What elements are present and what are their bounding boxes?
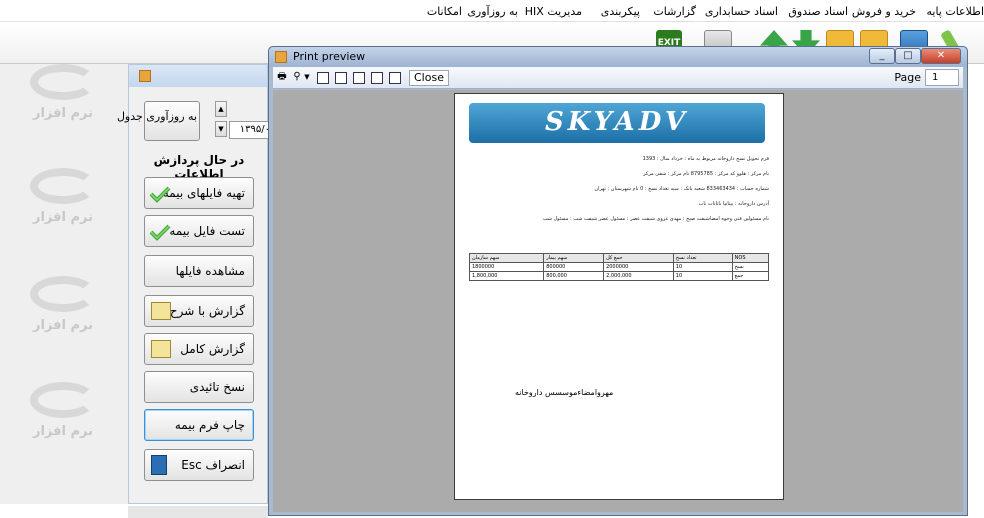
table-cell: 2000000 bbox=[603, 262, 674, 272]
table-row: 1,800,000 800,000 2,000,000 10 جمع bbox=[468, 271, 770, 281]
six-pages-icon[interactable] bbox=[389, 72, 401, 84]
print-preview-toolbar: 🖶 ⚲ ▼ Close Page 1 bbox=[273, 67, 963, 89]
table-header: جمع کل bbox=[603, 253, 674, 263]
zoom-icon[interactable]: ⚲ bbox=[291, 70, 303, 86]
menu-item-reports[interactable]: گزارشات bbox=[653, 5, 696, 18]
document-line: آدرس داروخانه : بیتاتیا ناتانات ناب bbox=[698, 201, 769, 207]
chevron-down-icon[interactable]: ▼ bbox=[303, 70, 311, 86]
document-line: نام مسئولین فنی وجوه امضاشیفت صبح : مهدی… bbox=[542, 216, 769, 222]
menu-item-update[interactable]: به روزآوری bbox=[467, 5, 518, 18]
maximize-button[interactable]: □ bbox=[895, 48, 921, 64]
close-button[interactable]: Close bbox=[409, 70, 449, 86]
menu-item-buy-sell[interactable]: خرید و فروش bbox=[852, 5, 916, 18]
table-header: سهم بیمار bbox=[543, 253, 605, 263]
insurance-panel-window: به روزآوری جدول ▲ ▼ ۱۳۹۵/۰ در حال پردازش… bbox=[117, 64, 275, 504]
table-header: سهم سازمان bbox=[468, 253, 545, 263]
window-title: Print preview bbox=[293, 50, 366, 63]
table-cell: 1800000 bbox=[468, 262, 545, 272]
panel-bottom-strip bbox=[128, 506, 268, 518]
page-label: Page bbox=[894, 71, 921, 84]
table-cell: نسخ bbox=[731, 262, 770, 272]
logo-icon: نرم افزار bbox=[18, 64, 108, 134]
print-insurance-form-button[interactable]: چاپ فرم بیمه bbox=[144, 409, 254, 441]
notepad-icon bbox=[151, 340, 171, 358]
skyadv-banner: SKYADV bbox=[469, 103, 765, 143]
document-page: SKYADV فرم تحویل نسخ داروخانه مربوط به م… bbox=[454, 93, 784, 500]
button-label: تست فایل بیمه bbox=[169, 224, 245, 238]
button-label: تهیه فایلهای بیمه bbox=[162, 186, 245, 200]
full-report-button[interactable]: گزارش کامل bbox=[144, 333, 254, 365]
test-insurance-file-button[interactable]: تست فایل بیمه bbox=[144, 215, 254, 247]
table-cell: 2,000,000 bbox=[603, 271, 674, 281]
button-label: نسخ تائیدی bbox=[189, 380, 245, 394]
logo-icon: نرم افزار bbox=[18, 276, 108, 346]
spin-up-icon[interactable]: ▲ bbox=[215, 101, 227, 117]
banner-text: SKYADV bbox=[544, 107, 689, 137]
document-table: سهم سازمان سهم بیمار جمع کل تعداد نسخ NO… bbox=[468, 253, 770, 281]
one-page-icon[interactable] bbox=[317, 72, 329, 84]
three-pages-icon[interactable] bbox=[353, 72, 365, 84]
app-icon bbox=[275, 51, 287, 63]
main-menubar: اطلاعات پایه خرید و فروش اسناد صندوق اسن… bbox=[0, 0, 984, 22]
signature-line: مهروامضاءموسسس داروخانه bbox=[515, 388, 614, 397]
notepad-icon bbox=[151, 302, 171, 320]
dropdown-arrow-icon[interactable]: ▼ bbox=[215, 121, 227, 137]
table-cell: 800000 bbox=[543, 262, 605, 272]
close-window-button[interactable]: ✕ bbox=[921, 48, 961, 64]
refresh-table-button[interactable]: به روزآوری جدول bbox=[117, 101, 200, 141]
menu-item-features[interactable]: امکانات bbox=[427, 5, 462, 18]
table-cell: 800,000 bbox=[543, 271, 605, 281]
view-files-button[interactable]: مشاهده فایلها bbox=[144, 255, 254, 287]
button-label: چاپ فرم بیمه bbox=[174, 418, 245, 432]
menu-item-configuration[interactable]: پیکربندی bbox=[601, 5, 640, 18]
report-with-description-button[interactable]: گزارش با شرح bbox=[144, 295, 254, 327]
document-line: فرم تحویل نسخ داروخانه مربوط به ماه : خر… bbox=[642, 156, 769, 162]
table-header: NOS bbox=[731, 253, 770, 263]
table-cell: 10 bbox=[672, 271, 733, 281]
check-icon bbox=[149, 222, 171, 241]
menu-item-cash-docs[interactable]: اسناد صندوق bbox=[788, 5, 848, 18]
print-preview-window: Print preview _ □ ✕ 🖶 ⚲ ▼ Close Page 1 S… bbox=[268, 46, 968, 516]
document-line: نام مرکز : هلوو کد مرکز : 8795785 نام مر… bbox=[643, 171, 769, 177]
confirmed-copies-button[interactable]: نسخ تائیدی bbox=[144, 371, 254, 403]
logo-icon: نرم افزار bbox=[18, 168, 108, 238]
exit-door-icon bbox=[151, 455, 167, 475]
button-label: گزارش با شرح bbox=[169, 304, 245, 318]
page-number-input[interactable]: 1 bbox=[925, 69, 959, 86]
panel-titlebar bbox=[129, 65, 267, 87]
menu-item-hix-management[interactable]: مدیریت HIX bbox=[525, 5, 582, 18]
table-cell: 10 bbox=[672, 262, 733, 272]
logo-icon: نرم افزار bbox=[18, 382, 108, 452]
prepare-insurance-files-button[interactable]: تهیه فایلهای بیمه bbox=[144, 177, 254, 209]
table-cell: جمع bbox=[731, 271, 770, 281]
button-label: انصراف Esc bbox=[181, 458, 245, 472]
table-cell: 1,800,000 bbox=[468, 271, 545, 281]
button-label: گزارش کامل bbox=[180, 342, 245, 356]
menu-item-accounting-docs[interactable]: اسناد حسابداری bbox=[705, 5, 778, 18]
print-preview-titlebar[interactable]: Print preview _ □ ✕ bbox=[269, 47, 967, 67]
document-line: شماره حساب : 833463434 شعبه بانک : سپه ت… bbox=[594, 186, 769, 192]
table-header: تعداد نسخ bbox=[672, 253, 733, 263]
background-watermark-area: نرم افزار نرم افزار نرم افزار نرم افزار bbox=[0, 64, 128, 504]
table-row: 1800000 800000 2000000 10 نسخ bbox=[468, 262, 770, 272]
button-label: مشاهده فایلها bbox=[175, 264, 245, 278]
minimize-button[interactable]: _ bbox=[869, 48, 895, 64]
printer-icon[interactable]: 🖶 bbox=[275, 70, 289, 86]
four-pages-icon[interactable] bbox=[371, 72, 383, 84]
menu-item-base-info[interactable]: اطلاعات پایه bbox=[926, 5, 984, 18]
preview-area[interactable]: SKYADV فرم تحویل نسخ داروخانه مربوط به م… bbox=[273, 90, 963, 512]
check-icon bbox=[149, 184, 171, 203]
two-pages-icon[interactable] bbox=[335, 72, 347, 84]
cancel-esc-button[interactable]: انصراف Esc bbox=[144, 449, 254, 481]
app-icon bbox=[139, 70, 151, 82]
